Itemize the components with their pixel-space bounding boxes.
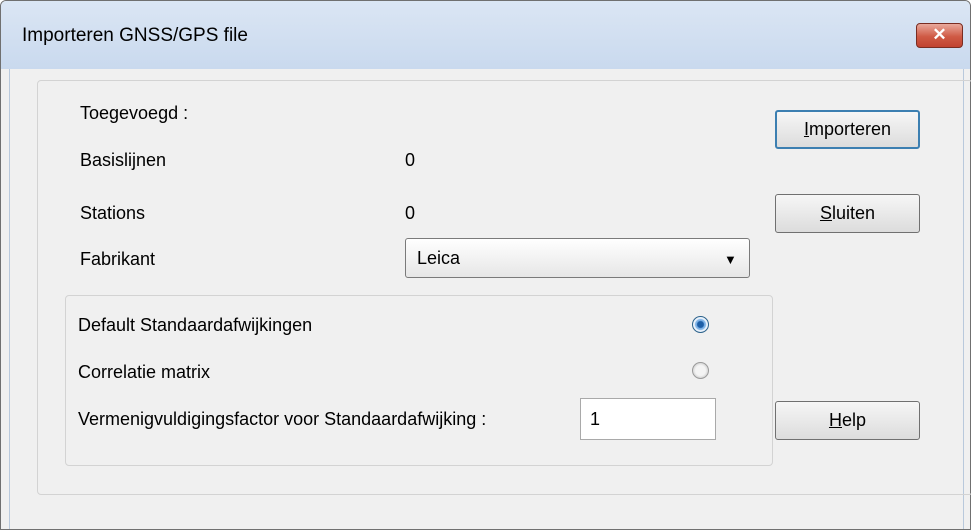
factor-label: Vermenigvuldigingsfactor voor Standaarda… [78,409,487,429]
help-button-label: elp [841,410,867,430]
help-button-mnemonic: H [828,410,842,430]
chevron-down-icon[interactable]: ▼ [724,252,737,267]
stations-value: 0 [405,203,416,223]
close-button-label: luiten [831,203,876,223]
import-button[interactable]: Importeren [775,110,920,149]
baselines-value: 0 [405,150,416,170]
default-std-label: Default Standaardafwijkingen [78,315,313,335]
factor-input[interactable]: 1 [580,398,716,440]
close-icon: ✕ [932,25,947,44]
window-title: Importeren GNSS/GPS file [22,25,248,46]
close-button-mnemonic: S [819,203,832,223]
import-button-label: mporteren [808,119,892,139]
manufacturer-select[interactable]: Leica ▼ [405,238,750,278]
title-bar[interactable]: Importeren GNSS/GPS file ✕ [1,1,970,69]
close-dialog-button[interactable]: Sluiten [775,194,920,233]
correlation-radio[interactable] [692,362,709,379]
baselines-label: Basislijnen [80,150,167,170]
manufacturer-value: Leica [417,248,461,268]
default-std-radio[interactable] [692,316,709,333]
factor-input-value: 1 [590,409,601,429]
stations-label: Stations [80,203,146,223]
manufacturer-label: Fabrikant [80,249,156,269]
close-button[interactable]: ✕ [916,23,963,48]
correlation-label: Correlatie matrix [78,362,211,382]
added-label: Toegevoegd : [80,103,189,123]
help-button[interactable]: Help [775,401,920,440]
